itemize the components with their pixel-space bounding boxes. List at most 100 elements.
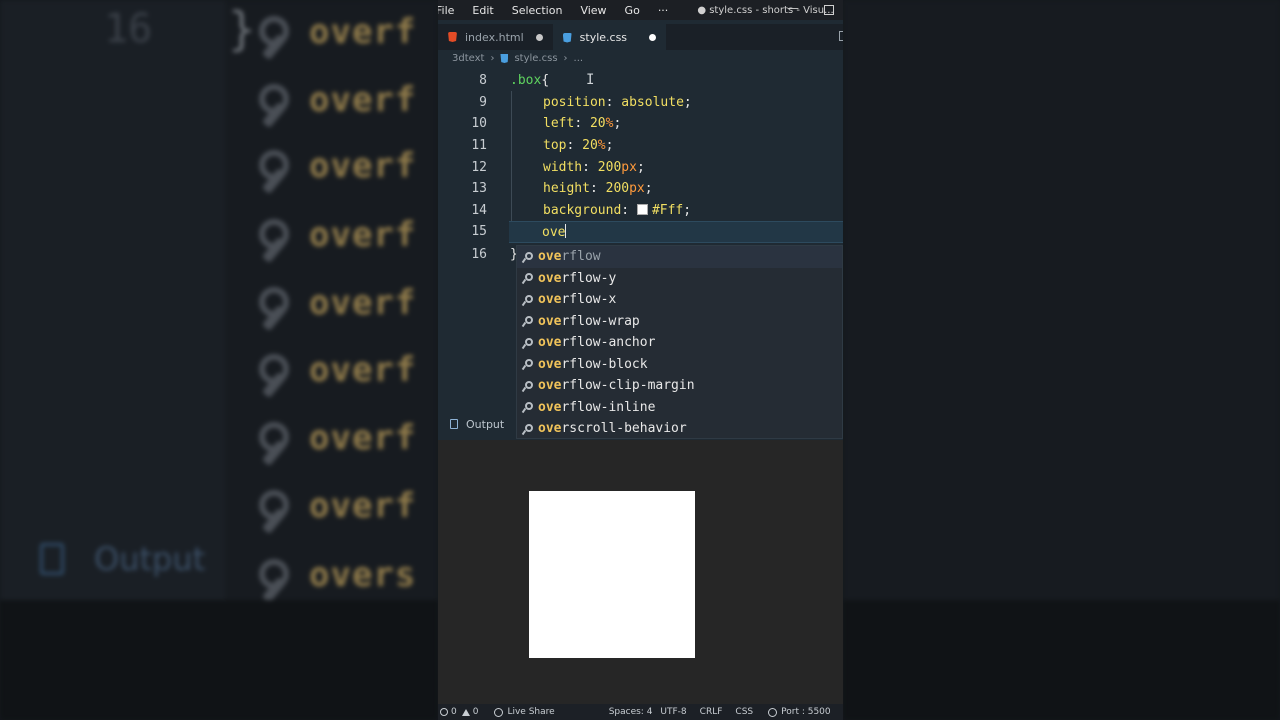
line-number: 16: [471, 247, 487, 263]
minimize-icon[interactable]: —: [787, 1, 799, 15]
css-property: top: [543, 138, 567, 154]
menu-edit[interactable]: Edit: [463, 4, 502, 17]
live-share-icon: [494, 707, 504, 717]
suggestion-item[interactable]: overflow-anchor: [517, 332, 842, 354]
suggestion-item[interactable]: overflow-y: [517, 268, 842, 290]
line-number: 10: [471, 116, 487, 132]
eol-status[interactable]: CRLF: [700, 707, 723, 717]
menu-go[interactable]: Go: [616, 4, 649, 17]
port-icon: [768, 707, 778, 717]
wrench-icon: [255, 484, 299, 528]
background-gutter: [0, 0, 225, 600]
line-number: 15: [471, 224, 487, 240]
menu-view[interactable]: View: [571, 4, 615, 17]
maximize-icon[interactable]: [824, 5, 834, 15]
document-icon: [40, 543, 64, 575]
css-number: 200: [605, 181, 630, 197]
css-number: 200: [597, 159, 622, 175]
window-title: ● style.css - shorts - Visu...: [697, 4, 834, 16]
wrench-icon: [255, 348, 299, 392]
css-property: height: [543, 181, 590, 197]
line-number: 9: [479, 94, 487, 110]
tab-label: index.html: [465, 30, 524, 44]
css-number: 20: [589, 116, 606, 132]
menu-selection[interactable]: Selection: [503, 4, 572, 17]
background-suggestion: overf: [255, 205, 416, 265]
menu-file[interactable]: File: [438, 4, 463, 17]
indentation-status[interactable]: Spaces: 4: [609, 707, 653, 717]
suggestion-item[interactable]: overflow-inline: [517, 397, 842, 419]
tab-bar: index.html style.css: [438, 24, 843, 50]
suggestion-item[interactable]: overflow-clip-margin: [517, 375, 842, 397]
wrench-icon: [255, 553, 299, 597]
css-value: #Fff: [651, 202, 684, 218]
background-brace: }: [228, 2, 256, 56]
breadcrumb: 3dtext › style.css › ...: [452, 53, 583, 64]
code-line: 12 width: 200px;: [438, 156, 843, 178]
html-file-icon: [448, 32, 457, 42]
error-icon: [440, 708, 448, 716]
background-suggestion: overf: [255, 273, 416, 333]
tab-index-html[interactable]: index.html: [438, 24, 553, 50]
live-share-button[interactable]: Live Share: [494, 707, 555, 717]
css-property: background: [543, 202, 622, 218]
encoding-status[interactable]: UTF-8: [660, 707, 686, 717]
background-suggestion: overs: [255, 545, 416, 605]
breadcrumb-symbol[interactable]: ...: [574, 53, 584, 64]
background-output-label: Output: [40, 540, 205, 578]
title-bar: File Edit Selection View Go ··· ● style.…: [438, 0, 843, 20]
output-panel-header[interactable]: Output: [438, 412, 516, 436]
background-shade: [0, 600, 438, 720]
suggestion-item[interactable]: overflow-wrap: [517, 311, 842, 333]
wrench-icon: [522, 380, 533, 391]
wrench-icon: [255, 416, 299, 460]
text-cursor-icon: I: [586, 72, 595, 88]
breadcrumb-separator-icon: ›: [490, 53, 495, 64]
unsaved-dot-icon[interactable]: [649, 34, 657, 41]
wrench-icon: [522, 273, 533, 283]
background-shade: [843, 600, 1280, 720]
wrench-icon: [255, 78, 299, 122]
wrench-icon: [255, 10, 299, 54]
suggestion-item[interactable]: overflow: [517, 246, 842, 268]
code-line: 8 .box{ I: [438, 70, 843, 92]
css-file-icon: [500, 54, 509, 63]
css-unit: %: [597, 138, 606, 154]
breadcrumb-file[interactable]: style.css: [514, 53, 557, 64]
warning-icon: [461, 708, 470, 716]
problems-indicator[interactable]: 0 0: [440, 707, 478, 717]
background-suggestion: overf: [255, 408, 416, 468]
background-line-number: 16: [104, 6, 153, 52]
line-number: 11: [471, 138, 487, 154]
color-swatch[interactable]: [636, 203, 648, 215]
css-value: absolute: [621, 94, 684, 110]
split-editor-icon[interactable]: [839, 31, 843, 41]
css-number: 20: [582, 138, 598, 154]
preview-white-box: [529, 491, 695, 658]
breadcrumb-separator-icon: ›: [563, 53, 568, 64]
css-unit: px: [629, 181, 645, 197]
css-file-icon: [562, 32, 572, 43]
language-status[interactable]: CSS: [735, 707, 753, 717]
background-suggestion: overf: [255, 136, 416, 196]
css-property: position: [543, 94, 606, 110]
menu-more[interactable]: ···: [649, 4, 678, 17]
breadcrumb-folder[interactable]: 3dtext: [452, 53, 484, 64]
unsaved-dot-icon[interactable]: [535, 33, 543, 41]
css-property: left: [543, 116, 575, 132]
live-server-port[interactable]: Port : 5500: [768, 707, 831, 717]
text-caret: [565, 223, 567, 238]
background-right-panel: [843, 0, 1280, 720]
suggestion-item[interactable]: overscroll-behavior: [517, 418, 842, 440]
suggestion-item[interactable]: overflow-block: [517, 354, 842, 376]
tab-style-css[interactable]: style.css: [552, 24, 667, 50]
status-bar: 0 0 Live Share Spaces: 4 UTF-8 CRLF CSS …: [438, 704, 843, 720]
typed-text: ove: [542, 224, 566, 240]
document-icon: [450, 419, 458, 429]
code-line: 10 left: 20%;: [438, 113, 843, 135]
background-suggestion: overf: [255, 340, 416, 400]
suggestion-item[interactable]: overflow-x: [517, 289, 842, 311]
background-suggestion: overf: [255, 476, 416, 536]
background-left-panel: 16 } overf overf overf overf overf overf…: [0, 0, 438, 720]
output-preview: [438, 440, 843, 704]
